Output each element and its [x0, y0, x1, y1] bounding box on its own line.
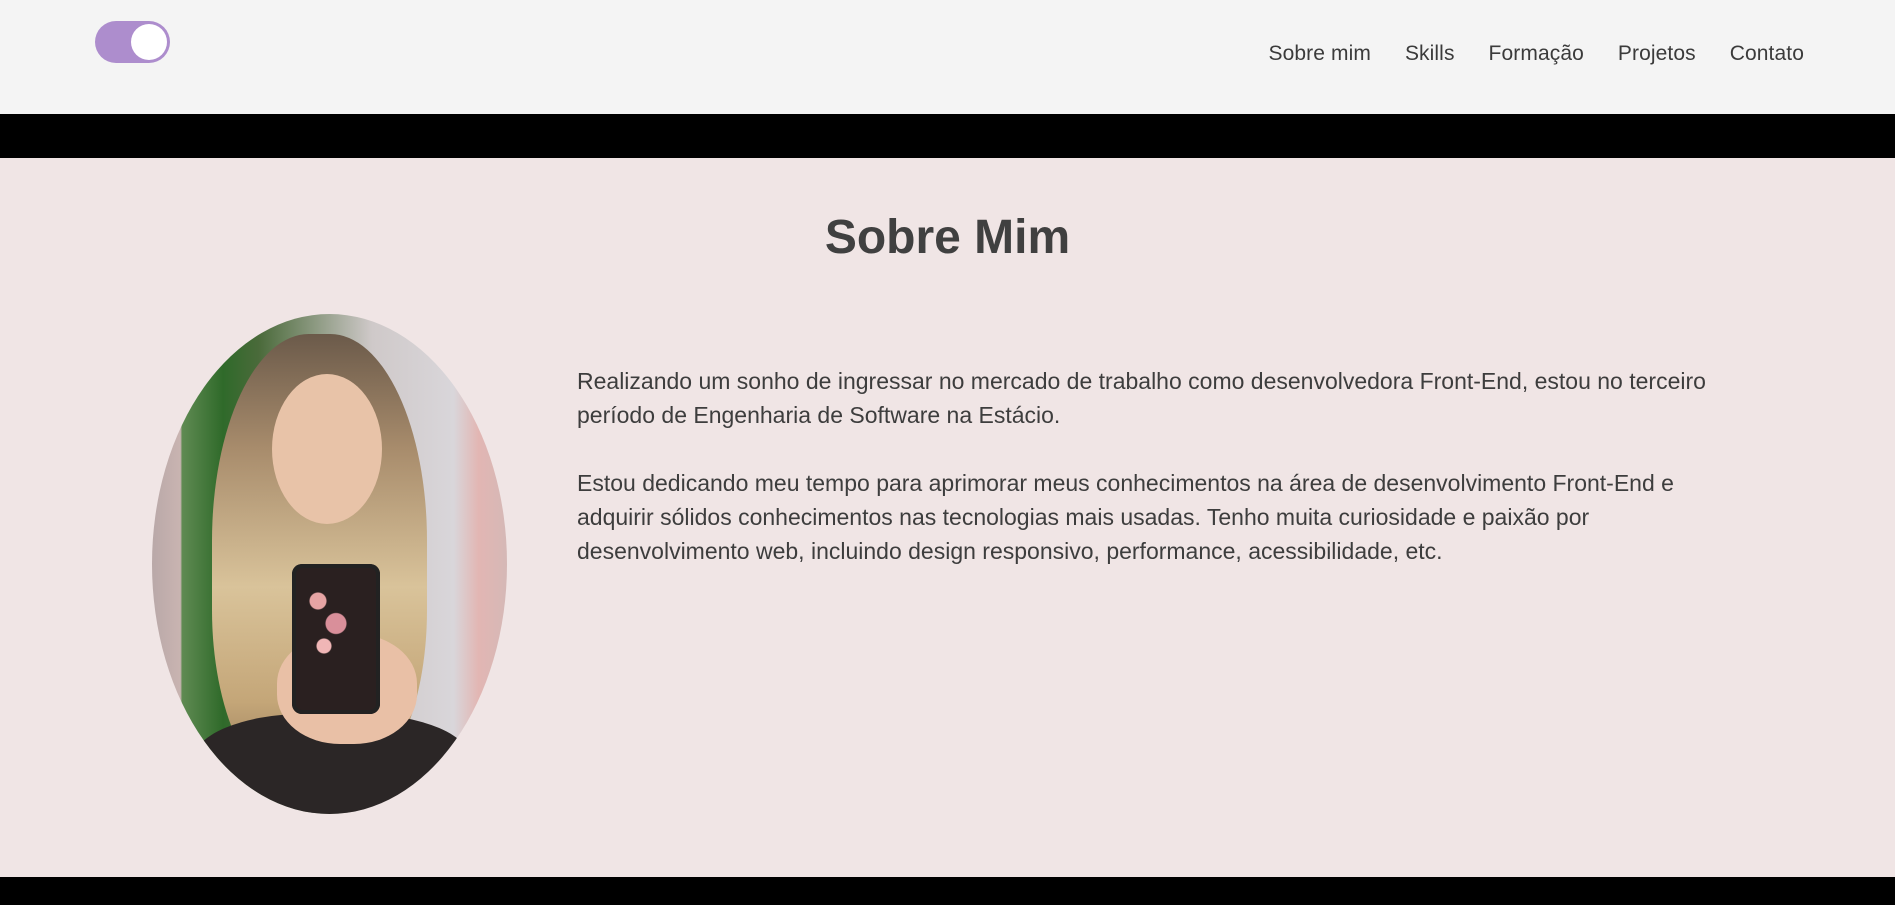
nav-projetos[interactable]: Projetos	[1618, 38, 1696, 70]
about-section: Sobre Mim Realizando um sonho de ingress…	[0, 158, 1895, 877]
theme-toggle[interactable]	[95, 21, 170, 63]
footer-band	[0, 877, 1895, 905]
divider-band	[0, 114, 1895, 158]
nav-skills[interactable]: Skills	[1405, 38, 1455, 70]
photo-face	[272, 374, 382, 524]
toggle-knob-icon	[131, 24, 167, 60]
about-text: Realizando um sonho de ingressar no merc…	[577, 364, 1747, 602]
profile-photo	[152, 314, 507, 814]
section-title: Sobre Mim	[824, 211, 1071, 264]
photo-phone	[292, 564, 380, 714]
about-paragraph-1: Realizando um sonho de ingressar no merc…	[577, 368, 1706, 428]
main-nav: Sobre mim Skills Formação Projetos Conta…	[1269, 38, 1805, 70]
nav-formacao[interactable]: Formação	[1489, 38, 1584, 70]
nav-contato[interactable]: Contato	[1730, 38, 1804, 70]
site-header: Sobre mim Skills Formação Projetos Conta…	[0, 0, 1895, 114]
nav-sobre-mim[interactable]: Sobre mim	[1269, 38, 1371, 70]
about-paragraph-2: Estou dedicando meu tempo para aprimorar…	[577, 470, 1674, 564]
